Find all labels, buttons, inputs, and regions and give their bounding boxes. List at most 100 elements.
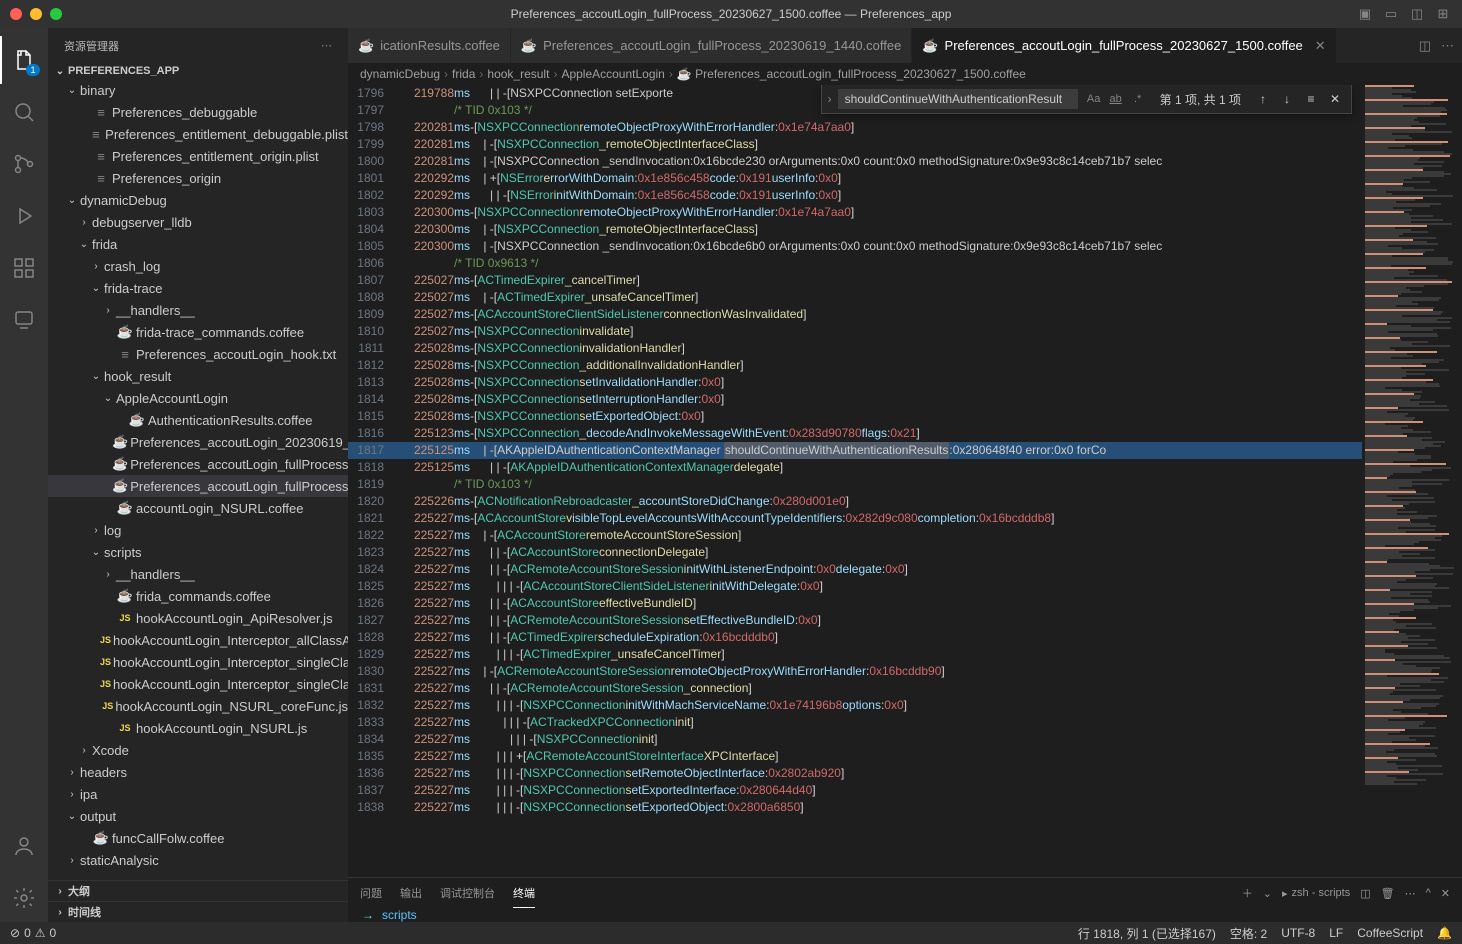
folder-item[interactable]: ⌄hook_result <box>48 365 348 387</box>
terminal-max-icon[interactable]: ^ <box>1426 887 1431 899</box>
tab-more-icon[interactable]: ⋯ <box>1441 38 1454 54</box>
sidebar-section-header[interactable]: ⌄ PREFERENCES_APP <box>48 63 348 79</box>
debug-activity[interactable] <box>0 192 48 240</box>
panel-tab[interactable]: 调试控制台 <box>440 879 495 907</box>
folder-item[interactable]: ⌄frida <box>48 233 348 255</box>
editor-tab[interactable]: ☕Preferences_accoutLogin_fullProcess_202… <box>511 28 912 63</box>
search-activity[interactable] <box>0 88 48 136</box>
match-word-icon[interactable]: ab <box>1106 89 1126 109</box>
find-filter-icon[interactable]: ≡ <box>1301 92 1321 106</box>
status-encoding[interactable]: UTF-8 <box>1281 926 1315 940</box>
breadcrumb-item[interactable]: hook_result <box>487 67 549 81</box>
minimap[interactable] <box>1362 85 1462 877</box>
folder-item[interactable]: ⌄dynamicDebug <box>48 189 348 211</box>
folder-item[interactable]: ›log <box>48 519 348 541</box>
folder-item[interactable]: ›debugserver_lldb <box>48 211 348 233</box>
breadcrumb[interactable]: dynamicDebug›frida›hook_result›AppleAcco… <box>348 63 1462 85</box>
close-window[interactable] <box>10 8 22 20</box>
find-next-icon[interactable]: ↓ <box>1277 92 1297 106</box>
folder-item[interactable]: ⌄frida-trace <box>48 277 348 299</box>
explorer-activity[interactable]: 1 <box>0 36 48 84</box>
breadcrumb-item[interactable]: dynamicDebug <box>360 67 440 81</box>
status-position[interactable]: 行 1818, 列 1 (已选择167) <box>1078 925 1216 942</box>
regex-icon[interactable]: .* <box>1128 89 1148 109</box>
folder-item[interactable]: ⌄binary <box>48 79 348 101</box>
terminal-more-icon[interactable]: ⋯ <box>1405 887 1416 900</box>
outline-section[interactable]: › 大纲 <box>48 880 348 901</box>
code-line: 1825225227 ms | | | -[ACAccountStoreClie… <box>348 578 1362 595</box>
timeline-section[interactable]: › 时间线 <box>48 901 348 922</box>
code-line: 1823225227 ms | | -[ACAccountStore conne… <box>348 544 1362 561</box>
find-expand-icon[interactable]: › <box>828 92 832 106</box>
status-lang[interactable]: CoffeeScript <box>1357 926 1423 940</box>
file-item[interactable]: ≡Preferences_origin <box>48 167 348 189</box>
breadcrumb-item[interactable]: frida <box>452 67 475 81</box>
editor-tab[interactable]: ☕icationResults.coffee <box>348 28 511 63</box>
split-editor-icon[interactable]: ◫ <box>1419 38 1431 54</box>
folder-item[interactable]: ›__handlers__ <box>48 299 348 321</box>
file-item[interactable]: ☕accountLogin_NSURL.coffee <box>48 497 348 519</box>
layout-icon-3[interactable]: ⊞ <box>1434 5 1452 23</box>
folder-item[interactable]: ›Xcode <box>48 739 348 761</box>
file-item[interactable]: JShookAccountLogin_Interceptor_singleCla… <box>48 673 348 695</box>
file-item[interactable]: ☕AuthenticationResults.coffee <box>48 409 348 431</box>
status-spaces[interactable]: 空格: 2 <box>1230 925 1267 942</box>
panel-tab[interactable]: 终端 <box>513 879 535 908</box>
panel-toggle-icon[interactable]: ▣ <box>1356 5 1374 23</box>
panel-tab[interactable]: 输出 <box>400 879 422 907</box>
terminal-trash-icon[interactable]: 🗑 <box>1381 887 1395 900</box>
file-item[interactable]: ☕funcCallFolw.coffee <box>48 827 348 849</box>
editor-tab[interactable]: ☕Preferences_accoutLogin_fullProcess_202… <box>912 28 1336 63</box>
file-item[interactable]: JShookAccountLogin_Interceptor_singleCla… <box>48 651 348 673</box>
close-tab-icon[interactable]: ✕ <box>1315 38 1326 54</box>
file-item[interactable]: ☕frida-trace_commands.coffee <box>48 321 348 343</box>
folder-item[interactable]: ›ipa <box>48 783 348 805</box>
file-item[interactable]: JShookAccountLogin_NSURL_coreFunc.js <box>48 695 348 717</box>
remote-activity[interactable] <box>0 296 48 344</box>
terminal-split-icon[interactable]: ◫ <box>1360 887 1370 900</box>
file-item[interactable]: ☕Preferences_accoutLogin_fullProcess_... <box>48 475 348 497</box>
scm-activity[interactable] <box>0 140 48 188</box>
folder-item[interactable]: ⌄AppleAccountLogin <box>48 387 348 409</box>
extensions-activity[interactable] <box>0 244 48 292</box>
file-item[interactable]: ☕Preferences_accoutLogin_fullProcess_... <box>48 453 348 475</box>
status-errors[interactable]: ⊘ 0 ⚠ 0 <box>10 926 56 940</box>
editor-content[interactable]: 1796219788 ms | | -[NSXPCConnection setE… <box>348 85 1362 877</box>
terminal-new-icon[interactable]: ＋ <box>1242 885 1253 901</box>
settings-activity[interactable] <box>0 874 48 922</box>
terminal-dropdown-icon[interactable]: ⌄ <box>1263 887 1272 900</box>
folder-item[interactable]: ›staticAnalysic <box>48 849 348 871</box>
terminal-close-icon[interactable]: ✕ <box>1441 887 1450 900</box>
layout-icon-1[interactable]: ▭ <box>1382 5 1400 23</box>
file-item[interactable]: ≡Preferences_accoutLogin_hook.txt <box>48 343 348 365</box>
folder-item[interactable]: ›headers <box>48 761 348 783</box>
breadcrumb-item[interactable]: AppleAccountLogin <box>561 67 664 81</box>
status-eol[interactable]: LF <box>1329 926 1343 940</box>
folder-item[interactable]: ⌄output <box>48 805 348 827</box>
file-item[interactable]: ≡Preferences_entitlement_origin.plist <box>48 145 348 167</box>
minimize-window[interactable] <box>30 8 42 20</box>
file-item[interactable]: JShookAccountLogin_NSURL.js <box>48 717 348 739</box>
folder-item[interactable]: ›crash_log <box>48 255 348 277</box>
status-bell-icon[interactable]: 🔔 <box>1437 926 1452 940</box>
find-close-icon[interactable]: ✕ <box>1325 92 1345 106</box>
file-item[interactable]: ☕Preferences_accoutLogin_20230619_11... <box>48 431 348 453</box>
file-item[interactable]: JShookAccountLogin_Interceptor_allClassA… <box>48 629 348 651</box>
panel-tab[interactable]: 问题 <box>360 879 382 907</box>
breadcrumb-item[interactable]: ☕ Preferences_accoutLogin_fullProcess_20… <box>677 67 1026 81</box>
file-item[interactable]: JShookAccountLogin_ApiResolver.js <box>48 607 348 629</box>
terminal-shell-label[interactable]: ▸zsh - scripts <box>1282 887 1350 900</box>
account-activity[interactable] <box>0 822 48 870</box>
file-item[interactable]: ≡Preferences_debuggable <box>48 101 348 123</box>
folder-item[interactable]: ›__handlers__ <box>48 563 348 585</box>
find-input[interactable] <box>838 89 1078 109</box>
file-item[interactable]: ≡Preferences_entitlement_debuggable.plis… <box>48 123 348 145</box>
code-line: 1808225027 ms | -[ACTimedExpirer _unsafe… <box>348 289 1362 306</box>
match-case-icon[interactable]: Aa <box>1084 89 1104 109</box>
sidebar-more-icon[interactable]: ⋯ <box>321 39 332 52</box>
folder-item[interactable]: ⌄scripts <box>48 541 348 563</box>
file-item[interactable]: ☕frida_commands.coffee <box>48 585 348 607</box>
maximize-window[interactable] <box>50 8 62 20</box>
layout-icon-2[interactable]: ◫ <box>1408 5 1426 23</box>
find-prev-icon[interactable]: ↑ <box>1253 92 1273 106</box>
